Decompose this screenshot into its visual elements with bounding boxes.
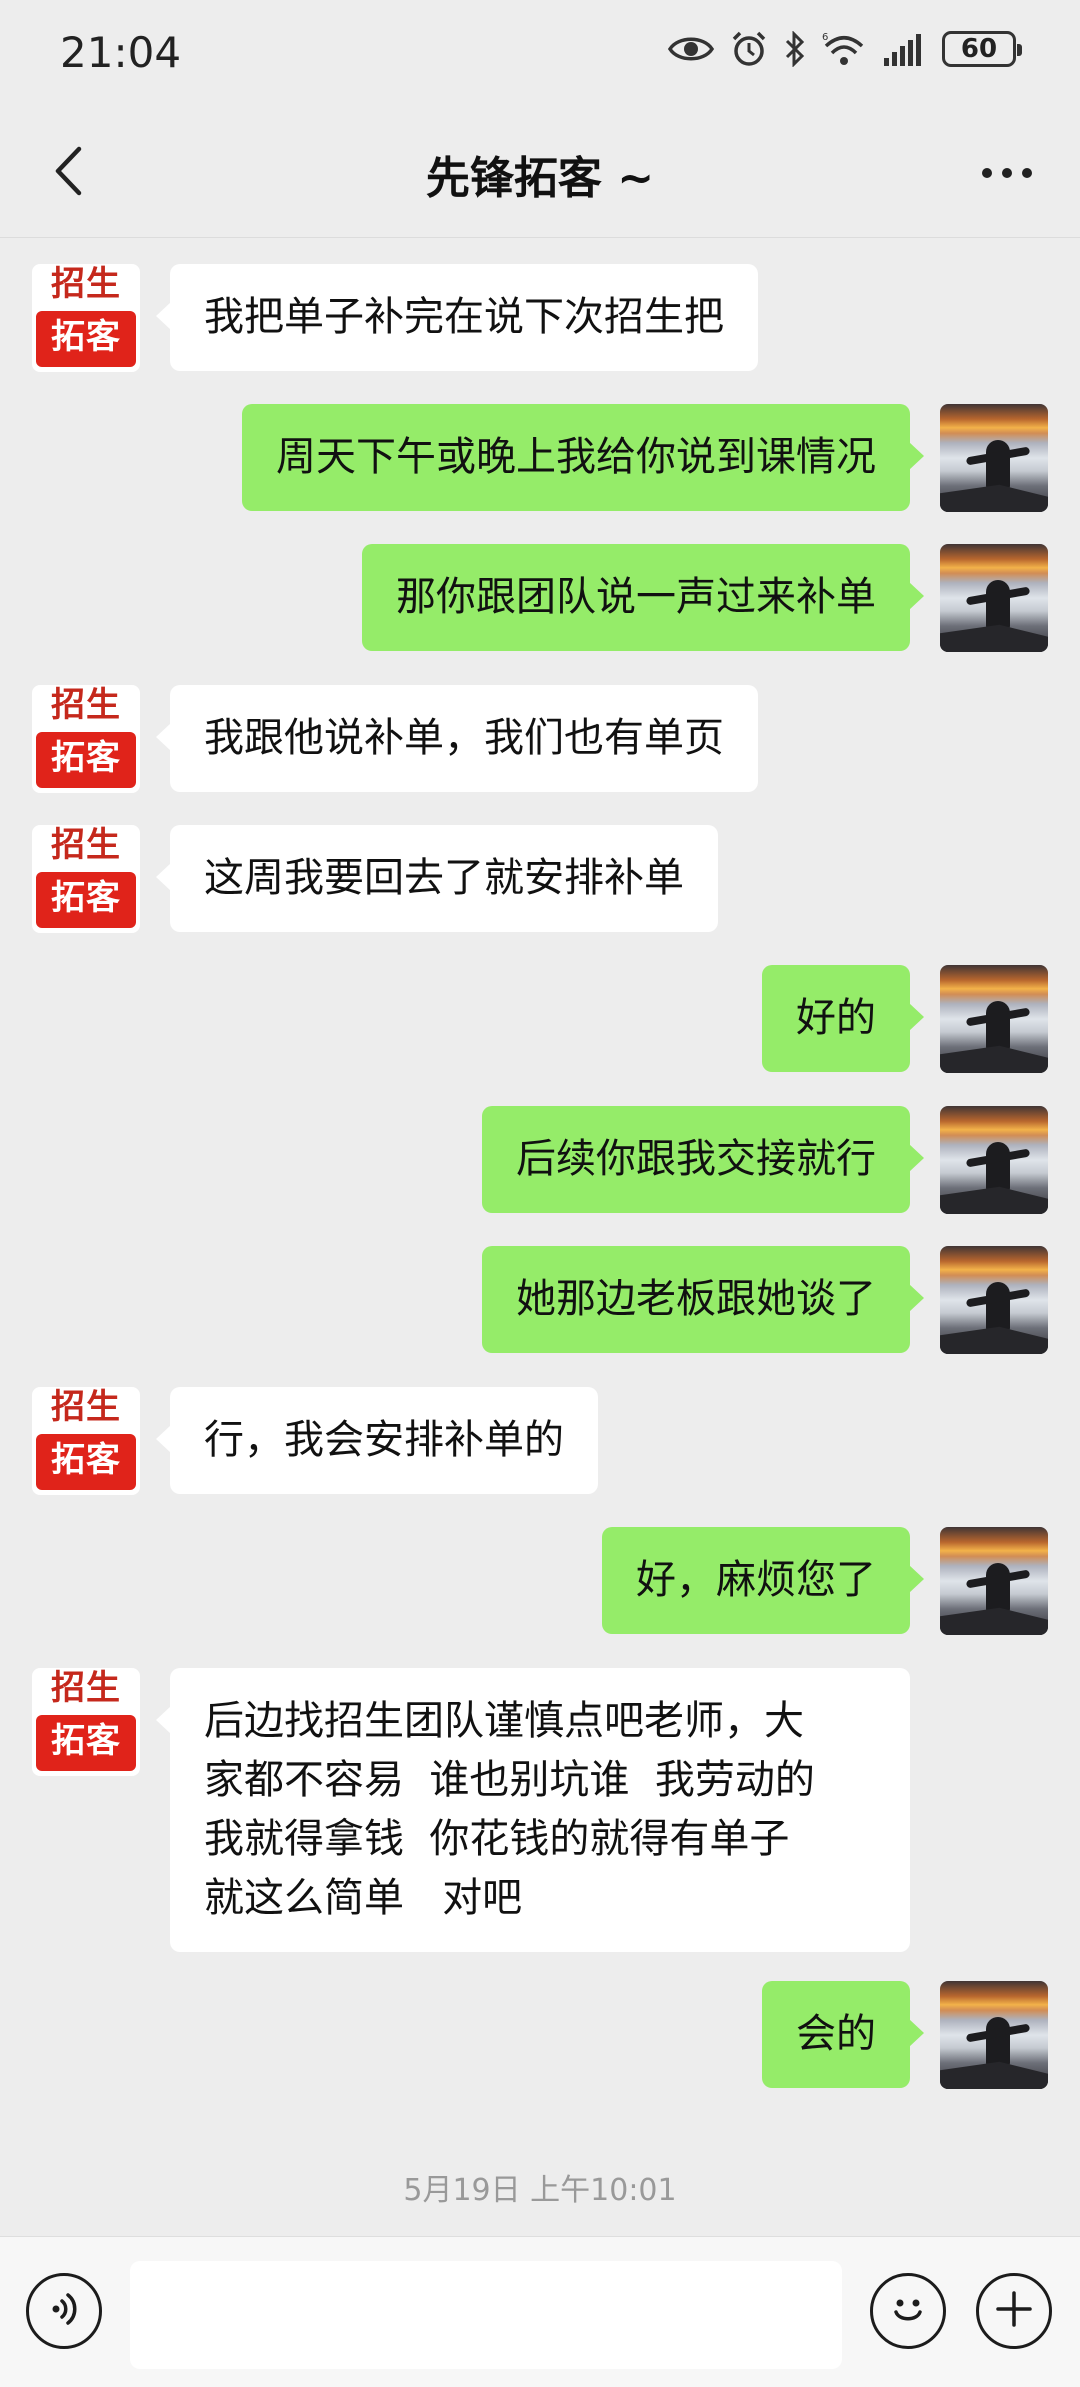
more-dots-icon: [981, 164, 1033, 183]
message-bubble[interactable]: 这周我要回去了就安排补单: [156, 825, 718, 932]
bluetooth-icon: [784, 31, 806, 67]
emoji-icon: [885, 2286, 931, 2336]
wifi-6-icon: 6: [822, 31, 866, 67]
chat-title: 先锋拓客 ~: [425, 153, 655, 204]
contact-avatar[interactable]: 招生 拓客: [32, 685, 140, 793]
avatar-text-bottom: 拓客: [36, 1715, 136, 1771]
avatar-text-top: 招生: [51, 685, 121, 725]
voice-button[interactable]: [26, 2273, 102, 2349]
message-bubble[interactable]: 我跟他说补单，我们也有单页: [156, 685, 758, 792]
contact-avatar[interactable]: 招生 拓客: [32, 264, 140, 372]
my-avatar[interactable]: [940, 965, 1048, 1073]
status-bar: 21:04 6 60: [0, 0, 1080, 110]
battery-icon: 60: [942, 31, 1022, 67]
alarm-icon: [730, 30, 768, 68]
message-timestamp: 5月19日 上午10:01: [403, 2173, 677, 2208]
svg-text:6: 6: [822, 32, 828, 43]
avatar-text-top: 招生: [51, 264, 121, 304]
message-bubble[interactable]: 那你跟团队说一声过来补单: [362, 544, 924, 651]
contact-avatar[interactable]: 招生 拓客: [32, 825, 140, 933]
avatar-text-bottom: 拓客: [36, 1434, 136, 1490]
my-avatar[interactable]: [940, 1246, 1048, 1354]
message-bubble[interactable]: 后边找招生团队谨慎点吧老师，大 家都不容易 谁也别坑谁 我劳动的 我就得拿钱 你…: [156, 1668, 910, 1952]
my-avatar[interactable]: [940, 544, 1048, 652]
status-icons: 6 60: [668, 30, 1022, 68]
message-bubble[interactable]: 行，我会安排补单的: [156, 1387, 598, 1494]
eye-icon: [668, 32, 714, 66]
my-avatar[interactable]: [940, 1527, 1048, 1635]
avatar-text-top: 招生: [51, 825, 121, 865]
plus-button[interactable]: [976, 2273, 1052, 2349]
header-divider: [0, 237, 1080, 238]
contact-avatar[interactable]: 招生 拓客: [32, 1387, 140, 1495]
avatar-text-bottom: 拓客: [36, 311, 136, 367]
signal-icon: [882, 32, 926, 66]
input-bar: [0, 2236, 1080, 2387]
avatar-text-top: 招生: [51, 1387, 121, 1427]
plus-icon: [992, 2287, 1036, 2335]
message-bubble[interactable]: 周天下午或晚上我给你说到课情况: [242, 404, 924, 511]
message-bubble[interactable]: 好的: [762, 965, 924, 1072]
more-button[interactable]: [972, 138, 1042, 208]
message-bubble[interactable]: 好，麻烦您了: [602, 1527, 924, 1634]
my-avatar[interactable]: [940, 404, 1048, 512]
avatar-text-top: 招生: [51, 1668, 121, 1708]
message-bubble[interactable]: 她那边老板跟她谈了: [482, 1246, 924, 1353]
nav-bar: 先锋拓客 ~: [0, 110, 1080, 238]
message-bubble[interactable]: 我把单子补完在说下次招生把: [156, 264, 758, 371]
message-input[interactable]: [130, 2261, 842, 2369]
avatar-text-bottom: 拓客: [36, 732, 136, 788]
emoji-button[interactable]: [870, 2273, 946, 2349]
message-bubble[interactable]: 会的: [762, 1981, 924, 2088]
message-bubble[interactable]: 后续你跟我交接就行: [482, 1106, 924, 1213]
avatar-text-bottom: 拓客: [36, 872, 136, 928]
status-time: 21:04: [60, 28, 182, 77]
my-avatar[interactable]: [940, 1981, 1048, 2089]
voice-icon: [44, 2289, 84, 2333]
my-avatar[interactable]: [940, 1106, 1048, 1214]
contact-avatar[interactable]: 招生 拓客: [32, 1668, 140, 1776]
